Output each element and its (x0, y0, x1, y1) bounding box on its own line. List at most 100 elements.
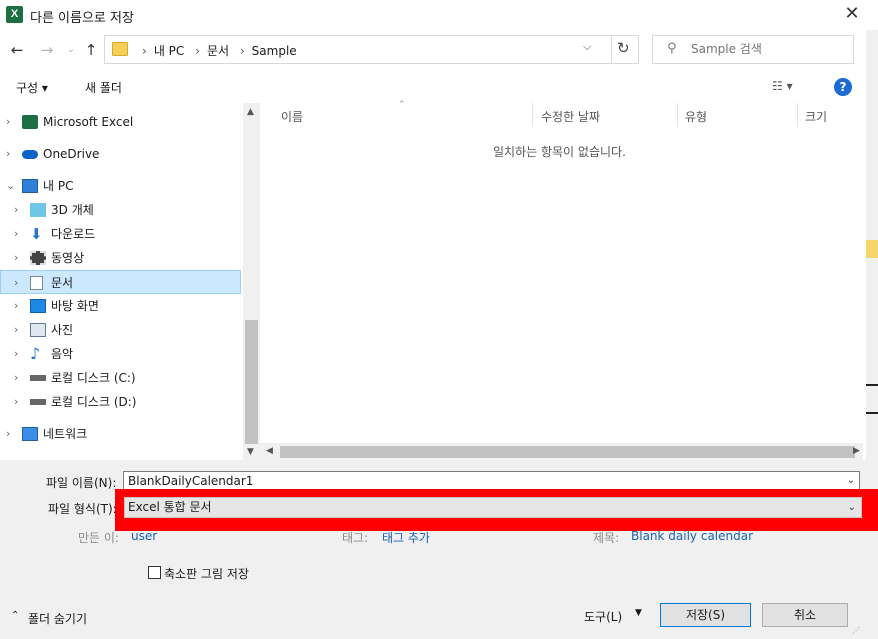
chevron-right-icon[interactable]: › (14, 246, 18, 270)
chevron-down-icon[interactable]: ⌵ (583, 40, 591, 54)
search-input[interactable] (691, 42, 841, 56)
nav-item-network[interactable]: › 네트워크 (0, 422, 241, 446)
nav-item-drive-d[interactable]: › 로컬 디스크 (D:) (0, 390, 241, 414)
nav-item-downloads[interactable]: › ⬇ 다운로드 (0, 222, 241, 246)
nav-item-label: 사진 (51, 323, 74, 337)
column-divider[interactable] (677, 103, 678, 127)
picture-icon (30, 323, 46, 337)
background-window-edge (866, 30, 878, 639)
chevron-right-icon[interactable]: › (14, 390, 18, 414)
excel-app-icon: X (6, 6, 23, 23)
column-divider[interactable] (797, 103, 798, 127)
nav-item-drive-c[interactable]: › 로컬 디스크 (C:) (0, 366, 241, 390)
scroll-down-icon[interactable]: ▼ (247, 447, 254, 457)
forward-arrow-icon[interactable]: → (38, 40, 56, 60)
hide-folders-button[interactable]: 폴더 숨기기 (28, 610, 87, 627)
scroll-left-icon[interactable]: ◀ (266, 446, 273, 456)
tags-value[interactable]: 태그 추가 (382, 529, 430, 546)
address-bar[interactable]: › 내 PC › 문서 › Sample ⌵ ↻ (104, 35, 639, 64)
breadcrumb-item[interactable]: 내 PC (154, 44, 184, 58)
nav-item-label: 로컬 디스크 (C:) (51, 371, 136, 385)
title-value[interactable]: Blank daily calendar (631, 529, 753, 543)
chevron-right-icon[interactable]: › (6, 422, 10, 446)
view-options-icon[interactable]: ☷ ▾ (772, 79, 793, 93)
save-thumbnail-checkbox[interactable] (148, 566, 161, 579)
chevron-right-icon[interactable]: › (14, 366, 18, 390)
chevron-down-icon[interactable]: ⌄ (6, 174, 15, 198)
nav-item-videos[interactable]: › 동영상 (0, 246, 241, 270)
scroll-right-icon[interactable]: ▶ (853, 446, 860, 456)
nav-item-3d-objects[interactable]: › 3D 개체 (0, 198, 241, 222)
nav-item-desktop[interactable]: › 바탕 화면 (0, 294, 241, 318)
chevron-right-icon[interactable]: › (14, 198, 18, 222)
navigation-pane: › Microsoft Excel › OneDrive ⌄ 내 PC › 3D… (0, 103, 244, 460)
nav-item-documents[interactable]: › 문서 (0, 270, 241, 294)
save-thumbnail-label[interactable]: 축소판 그림 저장 (164, 565, 249, 582)
author-value[interactable]: user (131, 529, 157, 543)
chevron-right-icon: › (142, 44, 147, 58)
computer-icon (22, 179, 38, 193)
nav-item-label: 바탕 화면 (51, 299, 99, 313)
chevron-right-icon[interactable]: › (14, 271, 18, 295)
new-folder-button[interactable]: 새 폴더 (85, 79, 122, 96)
back-arrow-icon[interactable]: ← (8, 40, 26, 60)
window-title: 다른 이름으로 저장 (30, 11, 134, 26)
video-icon (30, 251, 46, 265)
resize-grip-icon[interactable]: ⋰ (852, 626, 860, 635)
desktop-icon (30, 299, 46, 313)
nav-scrollbar-thumb[interactable] (245, 320, 258, 444)
breadcrumb-item[interactable]: Sample (252, 44, 297, 58)
nav-item-this-pc[interactable]: ⌄ 내 PC (0, 174, 241, 198)
music-icon: ♪ (30, 344, 41, 363)
folder-icon (112, 42, 128, 56)
column-header-date-modified[interactable]: 수정한 날짜 (541, 108, 600, 125)
cancel-button[interactable]: 취소 (762, 603, 848, 627)
nav-item-pictures[interactable]: › 사진 (0, 318, 241, 342)
chevron-right-icon[interactable]: › (14, 318, 18, 342)
chevron-right-icon[interactable]: › (14, 342, 18, 366)
filename-value: BlankDailyCalendar1 (128, 474, 254, 488)
chevron-down-icon[interactable]: ⌄ (848, 498, 856, 517)
chevron-up-icon[interactable]: ⌃ (11, 610, 19, 621)
chevron-right-icon[interactable]: › (14, 222, 18, 246)
nav-item-label: 3D 개체 (51, 203, 94, 217)
chevron-right-icon[interactable]: › (6, 110, 10, 134)
nav-item-label: 네트워크 (43, 427, 88, 441)
tools-button[interactable]: 도구(L) (584, 608, 622, 625)
drive-icon (30, 399, 46, 405)
horizontal-scrollbar-thumb[interactable] (280, 446, 855, 458)
refresh-icon[interactable]: ↻ (617, 39, 630, 57)
nav-item-label: 동영상 (51, 251, 85, 265)
chevron-right-icon[interactable]: › (14, 294, 18, 318)
save-button[interactable]: 저장(S) (660, 603, 751, 627)
organize-button[interactable]: 구성 ▾ (16, 79, 48, 96)
help-icon[interactable]: ? (834, 78, 852, 96)
filetype-value: Excel 통합 문서 (128, 500, 212, 514)
caret-down-icon[interactable]: ▼ (635, 608, 642, 618)
nav-item-label: OneDrive (43, 147, 100, 161)
author-label: 만든 이: (78, 531, 119, 545)
column-header-name[interactable]: 이름 (281, 108, 303, 125)
nav-item-onedrive[interactable]: › OneDrive (0, 142, 241, 166)
filetype-select[interactable]: Excel 통합 문서 ⌄ (124, 497, 862, 518)
nav-item-label: Microsoft Excel (43, 115, 134, 129)
nav-item-music[interactable]: › ♪ 음악 (0, 342, 241, 366)
chevron-down-icon[interactable]: ⌄ (847, 472, 855, 490)
filename-field[interactable]: BlankDailyCalendar1 ⌄ (123, 471, 860, 491)
title-label: 제목: (593, 531, 620, 545)
scroll-up-icon[interactable]: ▲ (247, 107, 254, 117)
cube-icon (30, 203, 46, 217)
excel-icon (22, 115, 38, 129)
recent-locations-chevron-icon[interactable]: ⌄ (62, 40, 80, 60)
column-header-type[interactable]: 유형 (685, 108, 707, 125)
column-header-size[interactable]: 크기 (805, 108, 827, 125)
search-box[interactable]: ⚲ (652, 35, 854, 64)
document-icon (30, 276, 43, 290)
up-arrow-icon[interactable]: ↑ (82, 40, 100, 60)
close-button[interactable]: ✕ (842, 4, 862, 24)
chevron-right-icon[interactable]: › (6, 142, 10, 166)
breadcrumb-item[interactable]: 문서 (207, 44, 229, 58)
nav-item-microsoft-excel[interactable]: › Microsoft Excel (0, 110, 241, 134)
column-divider[interactable] (532, 103, 533, 127)
divider (611, 36, 612, 63)
